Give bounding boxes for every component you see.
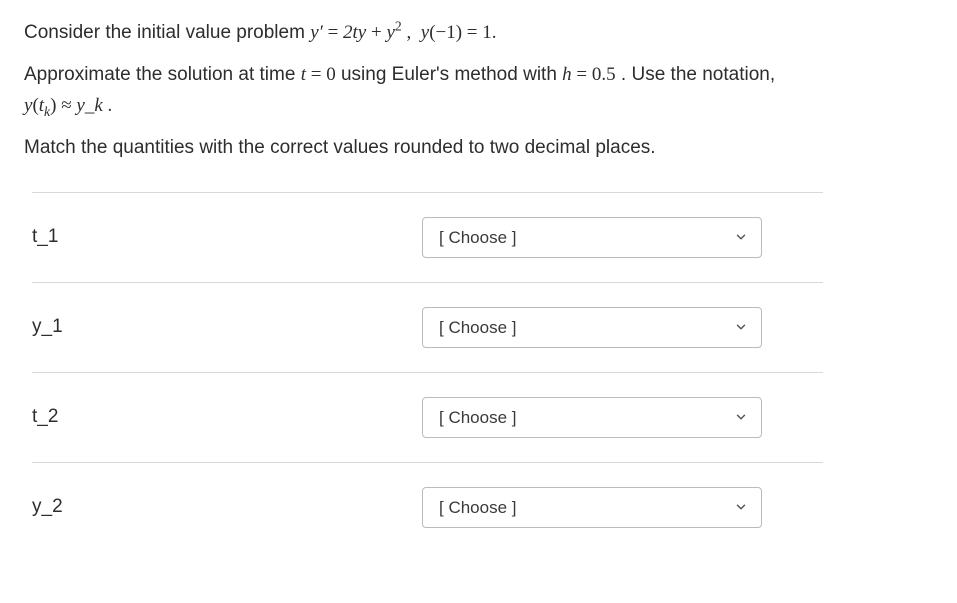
equation-h: h = 0.5: [562, 64, 615, 85]
problem-text-2c: . Use the notation,: [621, 64, 775, 85]
match-label-t2: t_2: [32, 406, 422, 428]
select-y1[interactable]: [ Choose ]: [422, 307, 762, 348]
match-row-y2: y_2 [ Choose ]: [32, 462, 823, 552]
select-wrapper-y1: [ Choose ]: [422, 307, 762, 348]
match-label-y2: y_2: [32, 496, 422, 518]
matching-container: t_1 [ Choose ] y_1 [ Choose ] t_2 [ Choo…: [24, 192, 933, 552]
problem-line-1: Consider the initial value problem y′ = …: [24, 18, 933, 48]
problem-statement: Consider the initial value problem y′ = …: [24, 18, 933, 164]
select-y2[interactable]: [ Choose ]: [422, 487, 762, 528]
problem-line-2: Approximate the solution at time t = 0 u…: [24, 60, 933, 121]
select-t1[interactable]: [ Choose ]: [422, 217, 762, 258]
select-wrapper-y2: [ Choose ]: [422, 487, 762, 528]
match-label-t1: t_1: [32, 226, 422, 248]
equation-ivp: y′ = 2ty + y2 , y(−1) = 1.: [310, 22, 496, 43]
match-row-t2: t_2 [ Choose ]: [32, 372, 823, 462]
select-t2[interactable]: [ Choose ]: [422, 397, 762, 438]
match-row-t1: t_1 [ Choose ]: [32, 192, 823, 282]
match-row-y1: y_1 [ Choose ]: [32, 282, 823, 372]
problem-text-2b: using Euler's method with: [341, 64, 562, 85]
select-wrapper-t2: [ Choose ]: [422, 397, 762, 438]
problem-line-4: Match the quantities with the correct va…: [24, 133, 933, 163]
problem-text-2a: Approximate the solution at time: [24, 64, 301, 85]
select-wrapper-t1: [ Choose ]: [422, 217, 762, 258]
problem-text-1: Consider the initial value problem: [24, 22, 310, 43]
equation-t: t = 0: [301, 64, 336, 85]
match-label-y1: y_1: [32, 316, 422, 338]
equation-notation: y(tk) ≈ y_k .: [24, 95, 112, 116]
